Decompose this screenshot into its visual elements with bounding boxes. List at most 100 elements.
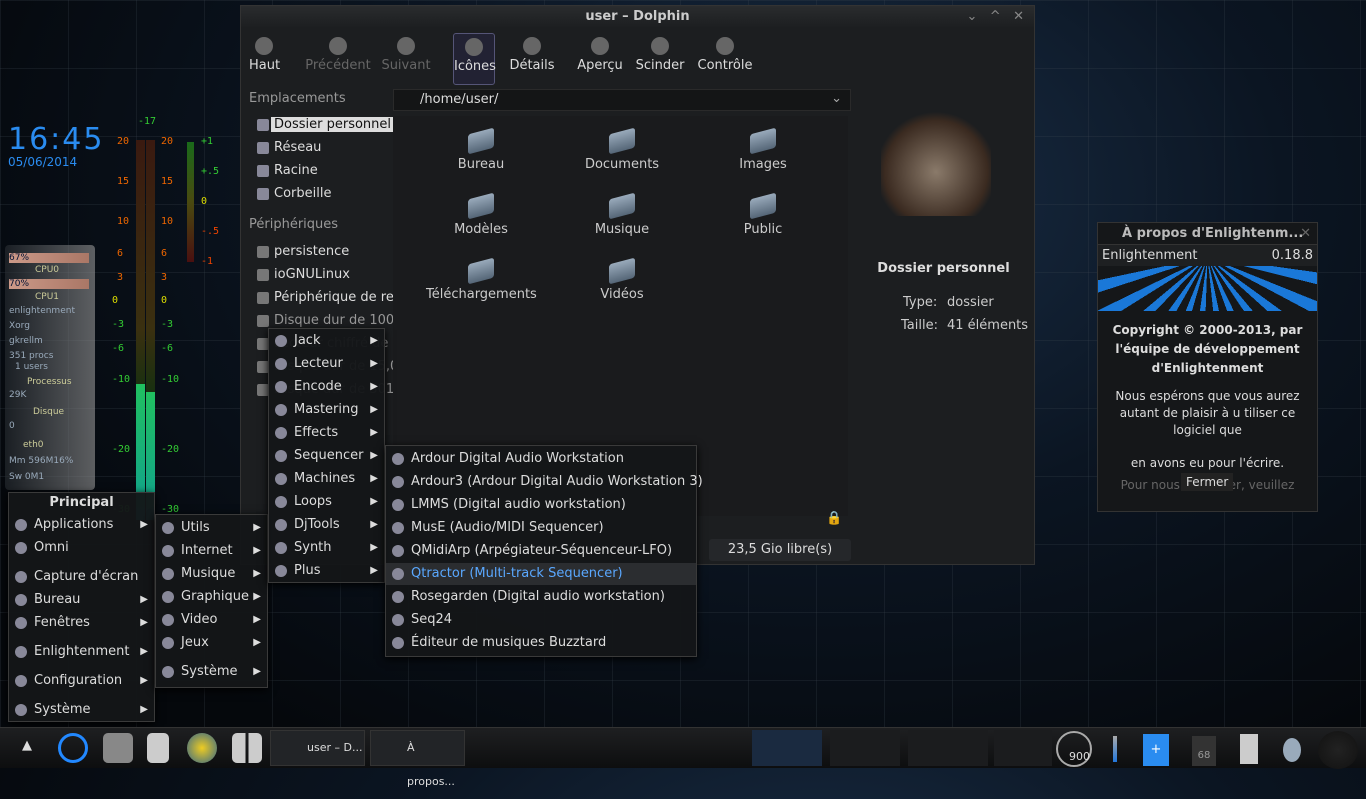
- about-copyright: Copyright © 2000-2013, par l'équipe de d…: [1112, 323, 1303, 375]
- corr-tick: +1: [201, 136, 214, 147]
- pager-desk-4[interactable]: [994, 730, 1052, 766]
- toolbar-icones-button[interactable]: Icônes: [453, 33, 496, 85]
- menu-item[interactable]: MusE (Audio/MIDI Sequencer): [386, 517, 696, 539]
- menu-item[interactable]: Capture d'écran: [9, 566, 154, 588]
- terminal-launcher-icon[interactable]: [147, 733, 169, 763]
- location-dropdown-icon[interactable]: ⌄: [831, 91, 842, 106]
- menu-item[interactable]: QMidiArp (Arpégiateur-Séquenceur-LFO): [386, 540, 696, 562]
- menu-item[interactable]: Synth ▶: [269, 537, 384, 559]
- menu-item[interactable]: Jeux ▶: [156, 632, 267, 654]
- toolbar-suivant-button[interactable]: Suivant: [381, 33, 431, 85]
- toolbar-scinder-button[interactable]: Scinder: [635, 33, 685, 85]
- menu-item[interactable]: Éditeur de musiques Buzztard: [386, 632, 696, 654]
- vu-tick-left: -6: [112, 343, 125, 354]
- device-item[interactable]: persistence: [274, 244, 399, 259]
- device-item[interactable]: Disque dur de 100,: [274, 313, 399, 328]
- menu-item[interactable]: DjTools ▶: [269, 514, 384, 536]
- info-type-label: Type:: [903, 295, 938, 310]
- menu-item[interactable]: Ardour Digital Audio Workstation: [386, 448, 696, 470]
- user-count: 1 users: [15, 362, 48, 372]
- submenu-arrow-icon: ▶: [370, 404, 378, 415]
- vu-tick-right: 0: [161, 295, 168, 306]
- toolbar-details-button[interactable]: Détails: [509, 33, 555, 85]
- menu-item-label: MusE (Audio/MIDI Sequencer): [411, 520, 604, 535]
- menu-item[interactable]: Configuration ▶: [9, 670, 154, 692]
- menu-item[interactable]: Graphique ▶: [156, 586, 267, 608]
- menu-item[interactable]: Sequencer ▶: [269, 445, 384, 467]
- toolbar-precedent-button[interactable]: Précédent: [303, 33, 373, 85]
- shelf-up-icon[interactable]: ▲: [22, 738, 32, 753]
- toolbar-icon: [255, 37, 273, 55]
- menu-item[interactable]: Plus ▶: [269, 560, 384, 582]
- place-item[interactable]: Racine: [274, 163, 318, 178]
- close-button[interactable]: Fermer: [1181, 473, 1234, 491]
- menu-item[interactable]: Utils ▶: [156, 517, 267, 539]
- menu-item-icon: [392, 522, 404, 534]
- menu-item[interactable]: Système ▶: [9, 699, 154, 721]
- menu-item[interactable]: Musique ▶: [156, 563, 267, 585]
- file-manager-launcher-icon[interactable]: [103, 733, 133, 763]
- file-item[interactable]: Public: [708, 192, 818, 237]
- menu-item[interactable]: Loops ▶: [269, 491, 384, 513]
- menu-item[interactable]: Internet ▶: [156, 540, 267, 562]
- location-bar[interactable]: /home/user/ ⌄: [393, 89, 851, 111]
- submenu-arrow-icon: ▶: [370, 542, 378, 553]
- place-item[interactable]: Réseau: [274, 140, 321, 155]
- file-item[interactable]: Bureau: [426, 127, 536, 172]
- menu-item-icon: [162, 614, 174, 626]
- file-item[interactable]: Vidéos: [567, 257, 677, 302]
- menu-item[interactable]: Jack ▶: [269, 330, 384, 352]
- toolbar-controle-button[interactable]: Contrôle: [697, 33, 753, 85]
- task-about[interactable]: À propos...: [370, 730, 465, 788]
- device-item[interactable]: Périphérique de rel: [274, 290, 399, 305]
- device-item[interactable]: ioGNULinux: [274, 267, 399, 282]
- menu-item[interactable]: Encode ▶: [269, 376, 384, 398]
- close-icon[interactable]: ✕: [1300, 223, 1311, 245]
- file-item[interactable]: Téléchargements: [426, 257, 537, 302]
- toolbar-haut-button[interactable]: Haut: [249, 33, 280, 85]
- submenu-arrow-icon: ▶: [253, 568, 261, 579]
- menu-item[interactable]: Enlightenment ▶: [9, 641, 154, 663]
- submenu-arrow-icon: ▶: [370, 358, 378, 369]
- lock-icon: 🔒: [826, 511, 843, 526]
- speaker-icon[interactable]: [1318, 731, 1358, 769]
- menu-item[interactable]: Omni: [9, 537, 154, 559]
- vu-tick-right: -6: [161, 343, 174, 354]
- pager-desk-1[interactable]: [752, 730, 822, 766]
- about-titlebar[interactable]: À propos d'Enlightenm... ✕: [1098, 223, 1317, 245]
- window-controls[interactable]: ⌄ ^ ✕: [967, 6, 1024, 28]
- browser-launcher-icon[interactable]: [187, 733, 217, 763]
- menu-item[interactable]: Video ▶: [156, 609, 267, 631]
- menu-item[interactable]: Fenêtres ▶: [9, 612, 154, 634]
- titlebar[interactable]: user – Dolphin ⌄ ^ ✕: [241, 6, 1034, 28]
- menu-item[interactable]: Machines ▶: [269, 468, 384, 490]
- menu-item[interactable]: Système ▶: [156, 661, 267, 683]
- menu-item[interactable]: Seq24: [386, 609, 696, 631]
- place-item[interactable]: Dossier personnel: [271, 117, 395, 132]
- menu-item[interactable]: LMMS (Digital audio workstation): [386, 494, 696, 516]
- menu-item[interactable]: Applications ▶: [9, 514, 154, 536]
- menu-item-label: Lecteur: [294, 356, 343, 371]
- start-menu-icon[interactable]: [58, 733, 88, 763]
- menu-item[interactable]: Rosegarden (Digital audio workstation): [386, 586, 696, 608]
- menu-item[interactable]: Bureau ▶: [9, 589, 154, 611]
- menu-item-label: LMMS (Digital audio workstation): [411, 497, 626, 512]
- menu-item[interactable]: Ardour3 (Ardour Digital Audio Workstatio…: [386, 471, 703, 493]
- pager-desk-3[interactable]: [908, 730, 988, 766]
- toolbar-apercu-button[interactable]: Aperçu: [577, 33, 623, 85]
- task-dolphin[interactable]: user – D...: [270, 730, 365, 766]
- toolbar-label: Icônes: [454, 59, 496, 74]
- pager-desk-2[interactable]: [830, 730, 900, 766]
- toolbar-icon: [465, 38, 483, 56]
- file-item[interactable]: Images: [708, 127, 818, 172]
- menu-item[interactable]: Qtractor (Multi-track Sequencer): [386, 563, 696, 585]
- desktop-pager-icon[interactable]: [232, 733, 262, 763]
- file-item[interactable]: Modèles: [426, 192, 536, 237]
- menu-item[interactable]: Lecteur ▶: [269, 353, 384, 375]
- file-item[interactable]: Musique: [567, 192, 677, 237]
- menu-item-label: Machines: [294, 471, 356, 486]
- menu-item[interactable]: Effects ▶: [269, 422, 384, 444]
- menu-item[interactable]: Mastering ▶: [269, 399, 384, 421]
- place-item[interactable]: Corbeille: [274, 186, 331, 201]
- file-item[interactable]: Documents: [567, 127, 677, 172]
